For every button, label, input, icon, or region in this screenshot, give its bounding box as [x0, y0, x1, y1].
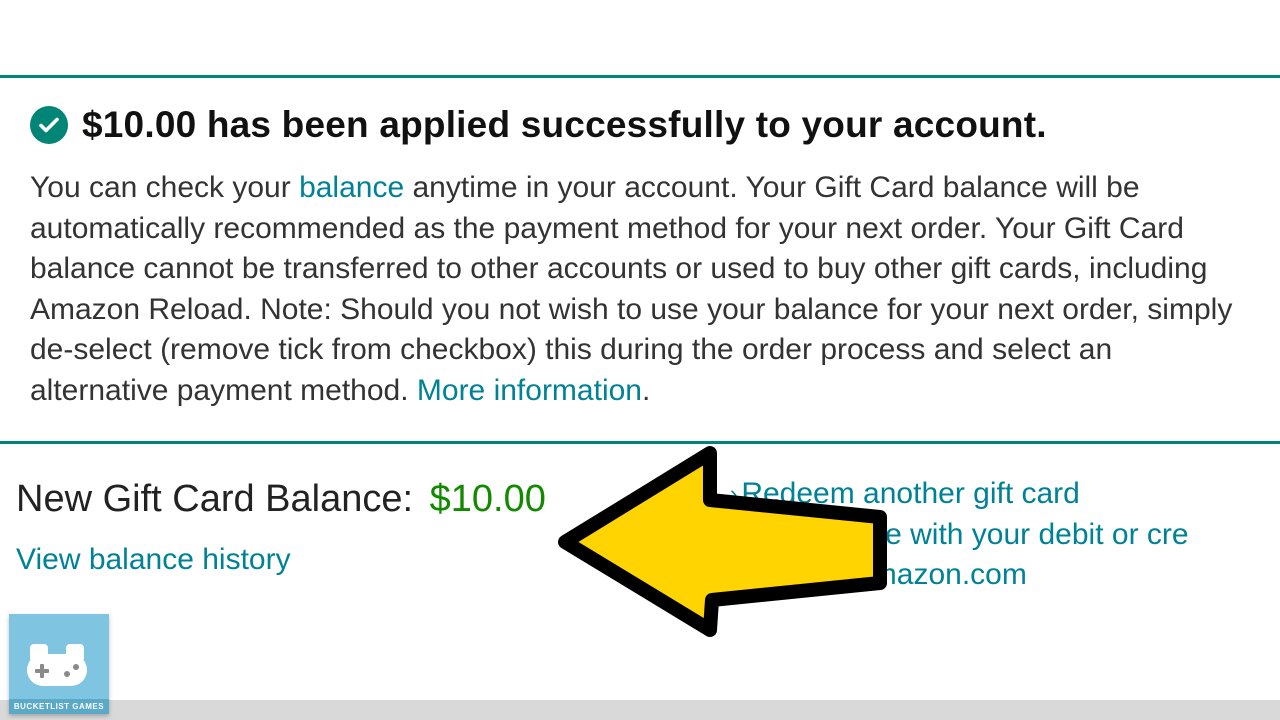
action-links: ›Redeem another gift card your balance w… [730, 474, 1189, 596]
view-balance-history-link[interactable]: View balance history [16, 543, 291, 576]
gamepad-icon [27, 654, 87, 686]
reload-balance-link[interactable]: your balance with your debit or cre [730, 518, 1189, 551]
balance-amount: $10.00 [430, 478, 546, 520]
redeem-another-link[interactable]: Redeem another gift card [741, 477, 1080, 510]
shop-amazon-link[interactable]: pping on Amazon.com [730, 558, 1027, 591]
success-check-icon [30, 106, 68, 144]
caret-icon: › [730, 481, 737, 506]
more-info-link[interactable]: More information [417, 374, 642, 407]
success-headline: $10.00 has been applied successfully to … [82, 104, 1047, 146]
balance-section: New Gift Card Balance: $10.00 View balan… [0, 444, 1280, 577]
bucketlist-games-logo: BUCKETLIST GAMES [9, 614, 109, 714]
footer-stripe [0, 700, 1280, 720]
success-banner: $10.00 has been applied successfully to … [0, 75, 1280, 444]
success-body-period: . [642, 374, 650, 407]
success-body-a: You can check your [30, 171, 299, 204]
success-body: You can check your balance anytime in yo… [30, 168, 1250, 411]
balance-label: New Gift Card Balance: [16, 478, 424, 520]
success-body-b: anytime in your account. Your Gift Card … [30, 171, 1232, 407]
logo-label: BUCKETLIST GAMES [9, 699, 109, 714]
balance-link[interactable]: balance [299, 171, 404, 204]
